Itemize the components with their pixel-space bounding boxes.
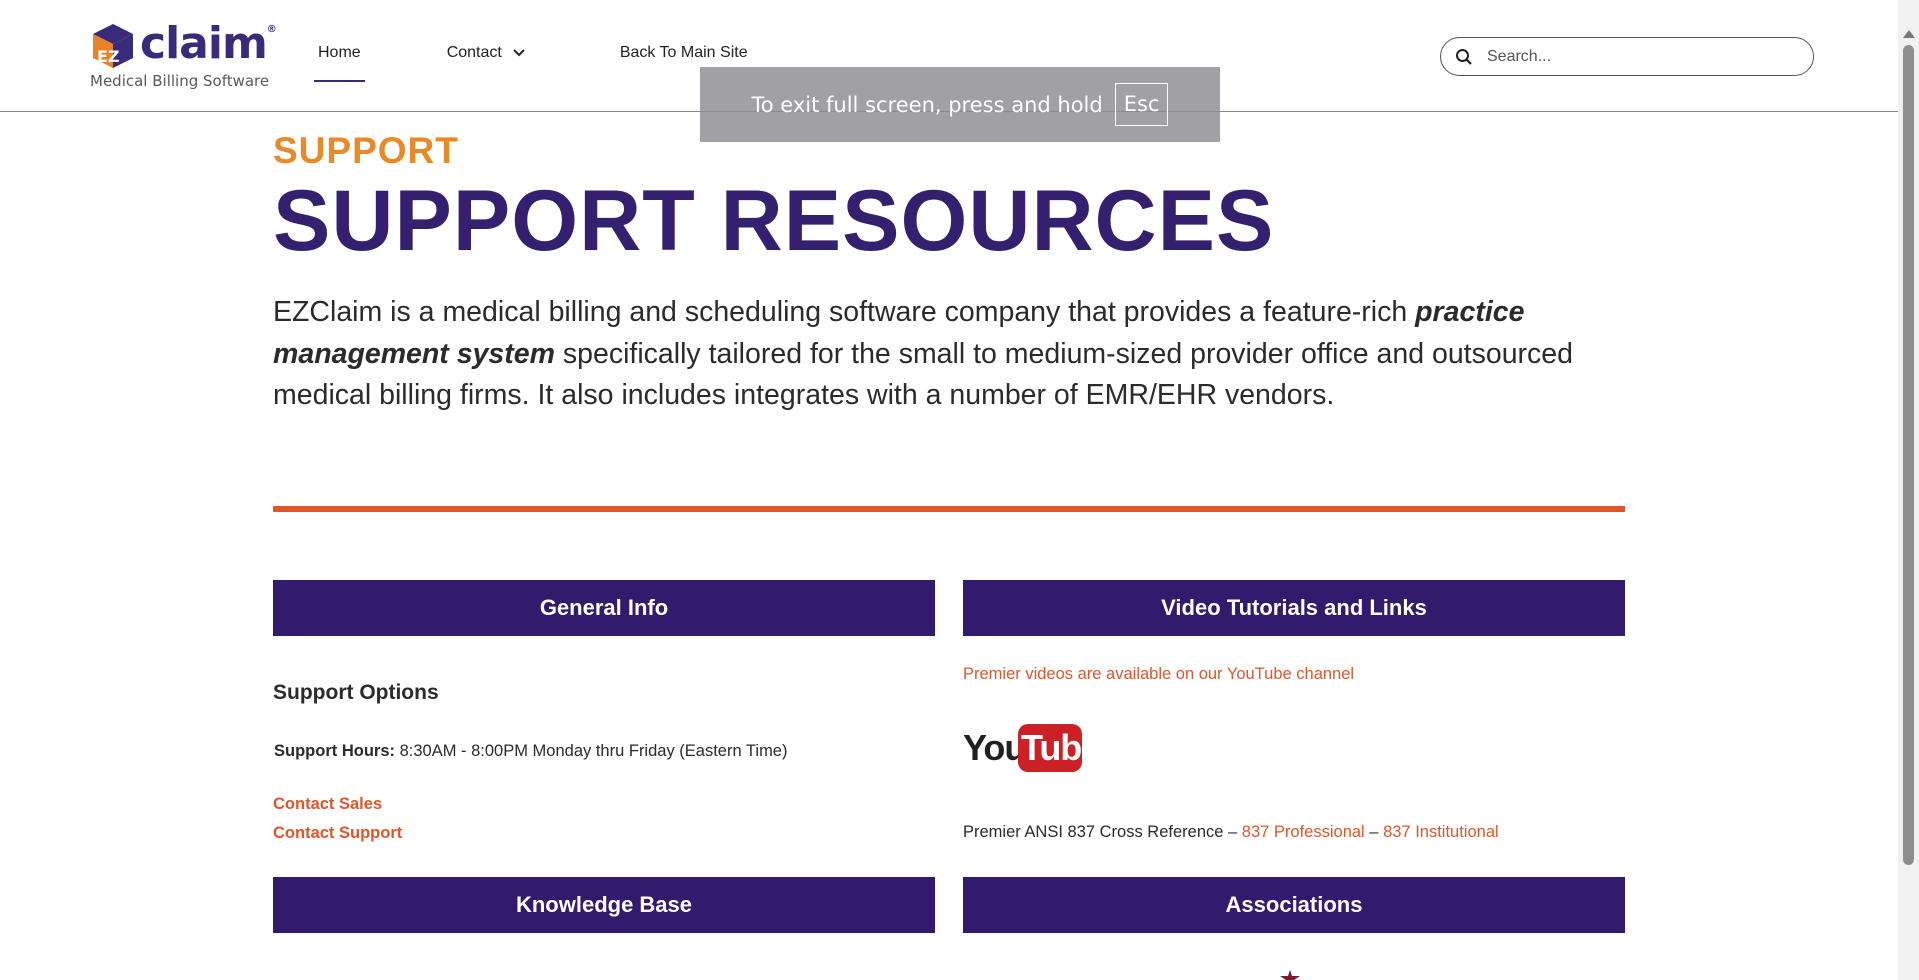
youtube-logo-icon[interactable]: You Tube <box>963 720 1083 775</box>
nav-home[interactable]: Home <box>314 44 365 82</box>
scroll-up-arrow-icon[interactable] <box>1903 30 1915 38</box>
logo-tagline: Medical Billing Software <box>90 72 270 90</box>
general-info-header: General Info <box>273 580 935 636</box>
ezclaim-logo[interactable]: EZ claim® Medical Billing Software <box>88 18 277 92</box>
svg-text:Tube: Tube <box>1021 727 1083 768</box>
ez-logo-mark-icon: EZ <box>93 24 133 68</box>
support-options-title: Support Options <box>273 681 439 704</box>
nav-back-to-main-site[interactable]: Back To Main Site <box>620 44 748 62</box>
svg-text:You: You <box>963 727 1025 768</box>
section-kicker: SUPPORT <box>273 130 459 171</box>
chevron-down-icon <box>513 49 525 57</box>
logo-wordmark: claim® <box>140 18 277 69</box>
ansi-837-institutional-link[interactable]: 837 Institutional <box>1383 823 1499 841</box>
contact-support-link[interactable]: Contact Support <box>273 824 402 843</box>
association-star-icon <box>1280 970 1300 980</box>
ansi-cross-reference: Premier ANSI 837 Cross Reference – 837 P… <box>963 823 1499 841</box>
intro-paragraph: EZClaim is a medical billing and schedul… <box>273 296 1573 411</box>
search-box[interactable] <box>1440 37 1814 76</box>
scroll-thumb[interactable] <box>1903 45 1914 865</box>
search-icon <box>1456 48 1472 65</box>
search-input[interactable] <box>1487 47 1787 66</box>
page-scrollbar[interactable] <box>1898 0 1919 980</box>
nav-contact[interactable]: Contact <box>447 44 526 62</box>
video-tutorials-header: Video Tutorials and Links <box>963 580 1625 636</box>
youtube-channel-link[interactable]: Premier videos are available on our YouT… <box>963 665 1354 684</box>
divider-rule <box>273 506 1625 512</box>
esc-key-badge: Esc <box>1114 83 1169 126</box>
fullscreen-exit-toast: To exit full screen, press and hold Esc <box>700 67 1220 142</box>
svg-text:EZ: EZ <box>97 47 120 66</box>
contact-sales-link[interactable]: Contact Sales <box>273 795 382 814</box>
main-nav: Home Contact Back To Main Site <box>314 44 748 82</box>
support-hours: Support Hours: 8:30AM - 8:00PM Monday th… <box>274 742 788 760</box>
nav-contact-label: Contact <box>446 44 502 61</box>
knowledge-base-header: Knowledge Base <box>273 877 935 933</box>
page-title: SUPPORT RESOURCES <box>273 173 1275 269</box>
toast-text: To exit full screen, press and hold <box>751 92 1103 117</box>
associations-header: Associations <box>963 877 1625 933</box>
ansi-837-professional-link[interactable]: 837 Professional <box>1242 823 1365 841</box>
